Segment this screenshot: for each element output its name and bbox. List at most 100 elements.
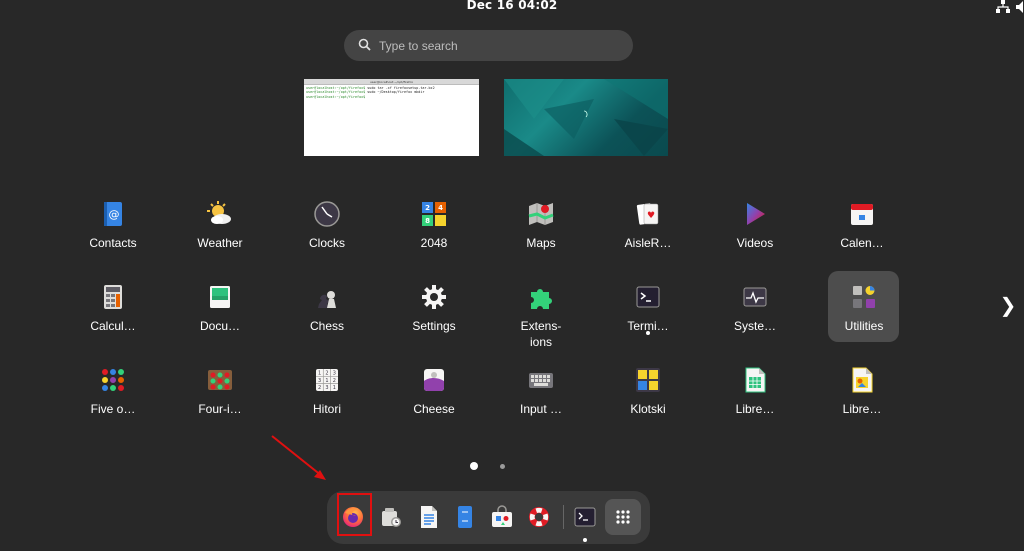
svg-text:1: 1 bbox=[325, 378, 328, 384]
volume-icon[interactable] bbox=[1016, 0, 1024, 14]
svg-text:♥: ♥ bbox=[647, 211, 655, 221]
software-updates-icon bbox=[382, 508, 401, 527]
libreoffice-calc-icon bbox=[745, 367, 766, 393]
app-label: Weather bbox=[197, 236, 243, 250]
system-tray[interactable] bbox=[996, 0, 1024, 14]
dock-software-store[interactable] bbox=[484, 499, 520, 535]
svg-text:8: 8 bbox=[425, 217, 430, 225]
app-utilities-folder[interactable]: Utilities bbox=[829, 284, 899, 334]
contacts-icon: @ bbox=[104, 202, 122, 226]
svg-text:3: 3 bbox=[318, 378, 321, 384]
four-in-a-row-icon bbox=[208, 370, 232, 390]
annotation-highlight-box bbox=[337, 493, 372, 536]
app-maps[interactable]: Maps bbox=[506, 201, 576, 251]
app-document-viewer[interactable]: Docu… bbox=[185, 284, 255, 334]
app-label: Input … bbox=[519, 402, 563, 416]
dock-separator bbox=[563, 505, 564, 529]
app-four-in-a-row[interactable]: Four-i… bbox=[185, 367, 255, 417]
aisleriot-icon: ♥ bbox=[636, 203, 659, 225]
app-input-method[interactable]: Input … bbox=[506, 367, 576, 417]
dock-files[interactable] bbox=[447, 499, 483, 535]
settings-icon bbox=[422, 285, 446, 309]
app-label: Docu… bbox=[199, 319, 240, 333]
clock-datetime[interactable]: Dec 16 04:02 bbox=[0, 0, 1024, 12]
app-settings[interactable]: Settings bbox=[399, 284, 469, 334]
app-label: 2048 bbox=[420, 236, 448, 250]
desktop-overview: Dec 16 04:02 user@localhost:~/opt/firefo… bbox=[0, 0, 1024, 551]
dock-help[interactable] bbox=[521, 499, 557, 535]
app-five-or-more[interactable]: Five o… bbox=[78, 367, 148, 417]
dock-text-editor[interactable] bbox=[411, 499, 447, 535]
page-dot-active[interactable] bbox=[470, 462, 478, 470]
svg-text:2: 2 bbox=[333, 378, 336, 384]
app-calendar[interactable]: Calen… bbox=[827, 201, 897, 251]
svg-text:2: 2 bbox=[425, 204, 430, 212]
dock-terminal[interactable] bbox=[567, 499, 603, 535]
app-label: Contacts bbox=[89, 236, 137, 250]
app-label: Videos bbox=[736, 236, 774, 250]
document-viewer-icon bbox=[210, 286, 230, 308]
terminal-prompt: user@localhost:~/opt/firefox$ bbox=[306, 86, 366, 90]
svg-text:3: 3 bbox=[333, 371, 336, 377]
clocks-icon bbox=[314, 201, 340, 227]
app-weather[interactable]: Weather bbox=[185, 201, 255, 251]
app-label: Klotski bbox=[630, 402, 666, 416]
utilities-folder-icon bbox=[853, 286, 875, 308]
running-indicator bbox=[583, 538, 587, 542]
terminal-prompt: user@localhost:~/opt/firefox$ bbox=[306, 94, 366, 99]
app-clocks[interactable]: Clocks bbox=[292, 201, 362, 251]
app-libreoffice-draw[interactable]: Libre… bbox=[827, 367, 897, 417]
maps-icon bbox=[528, 203, 554, 225]
svg-text:1: 1 bbox=[333, 385, 336, 391]
app-label: Clocks bbox=[308, 236, 345, 250]
network-icon[interactable] bbox=[996, 0, 1010, 14]
cheese-icon bbox=[424, 369, 444, 391]
app-videos[interactable]: Videos bbox=[720, 201, 790, 251]
app-label: Hitori bbox=[312, 402, 341, 416]
terminal-icon bbox=[574, 507, 596, 527]
app-label: AisleR… bbox=[624, 236, 672, 250]
search-input[interactable] bbox=[379, 38, 609, 53]
app-system-monitor[interactable]: Syste… bbox=[720, 284, 790, 334]
svg-text:3: 3 bbox=[325, 385, 328, 391]
app-contacts[interactable]: @ Contacts bbox=[78, 201, 148, 251]
search-bar[interactable] bbox=[344, 30, 633, 61]
dock bbox=[327, 491, 650, 544]
app-label: Chess bbox=[309, 319, 344, 333]
terminal-line: user@localhost:~/opt/firefox$ bbox=[304, 95, 479, 99]
workspace-thumbnail-1[interactable]: user@localhost:~/opt/firefox user@localh… bbox=[304, 79, 479, 156]
libreoffice-draw-icon bbox=[852, 367, 873, 393]
2048-icon: 2 48 bbox=[422, 202, 446, 226]
app-klotski[interactable]: Klotski bbox=[613, 367, 683, 417]
app-chess[interactable]: Chess bbox=[292, 284, 362, 334]
app-terminal[interactable]: Termi… bbox=[613, 284, 683, 334]
show-apps-icon bbox=[616, 510, 630, 524]
app-cheese[interactable]: Cheese bbox=[399, 367, 469, 417]
dock-software-updates[interactable] bbox=[373, 499, 409, 535]
app-label: Syste… bbox=[733, 319, 776, 333]
next-page-chevron-icon[interactable]: ❯ bbox=[999, 294, 1017, 316]
app-hitori[interactable]: 123312231 Hitori bbox=[292, 367, 362, 417]
app-libreoffice-calc[interactable]: Libre… bbox=[720, 367, 790, 417]
app-label: Libre… bbox=[842, 402, 882, 416]
app-calculator[interactable]: Calcul… bbox=[78, 284, 148, 334]
text-editor-icon bbox=[421, 506, 437, 528]
app-aisleriot[interactable]: ♥ AisleR… bbox=[613, 201, 683, 251]
page-dot[interactable] bbox=[500, 464, 505, 469]
system-monitor-icon bbox=[743, 287, 767, 307]
input-method-icon bbox=[529, 373, 553, 388]
svg-text:2: 2 bbox=[325, 371, 328, 377]
wallpaper-icon bbox=[504, 79, 668, 156]
app-label: Settings bbox=[412, 319, 456, 333]
weather-icon bbox=[207, 201, 231, 224]
app-extensions[interactable]: Extens- ions bbox=[506, 284, 576, 350]
app-2048[interactable]: 248 2048 bbox=[399, 201, 469, 251]
five-or-more-icon bbox=[102, 369, 124, 391]
workspace-thumbnail-2[interactable] bbox=[504, 79, 668, 156]
terminal-icon bbox=[636, 286, 660, 308]
files-icon bbox=[458, 506, 472, 528]
terminal-command: sudo tar -xf firefoxsetup.tar.bz2 bbox=[365, 86, 435, 90]
calculator-icon bbox=[104, 285, 122, 309]
annotation-arrow-icon bbox=[271, 435, 326, 480]
show-apps-button[interactable] bbox=[605, 499, 641, 535]
